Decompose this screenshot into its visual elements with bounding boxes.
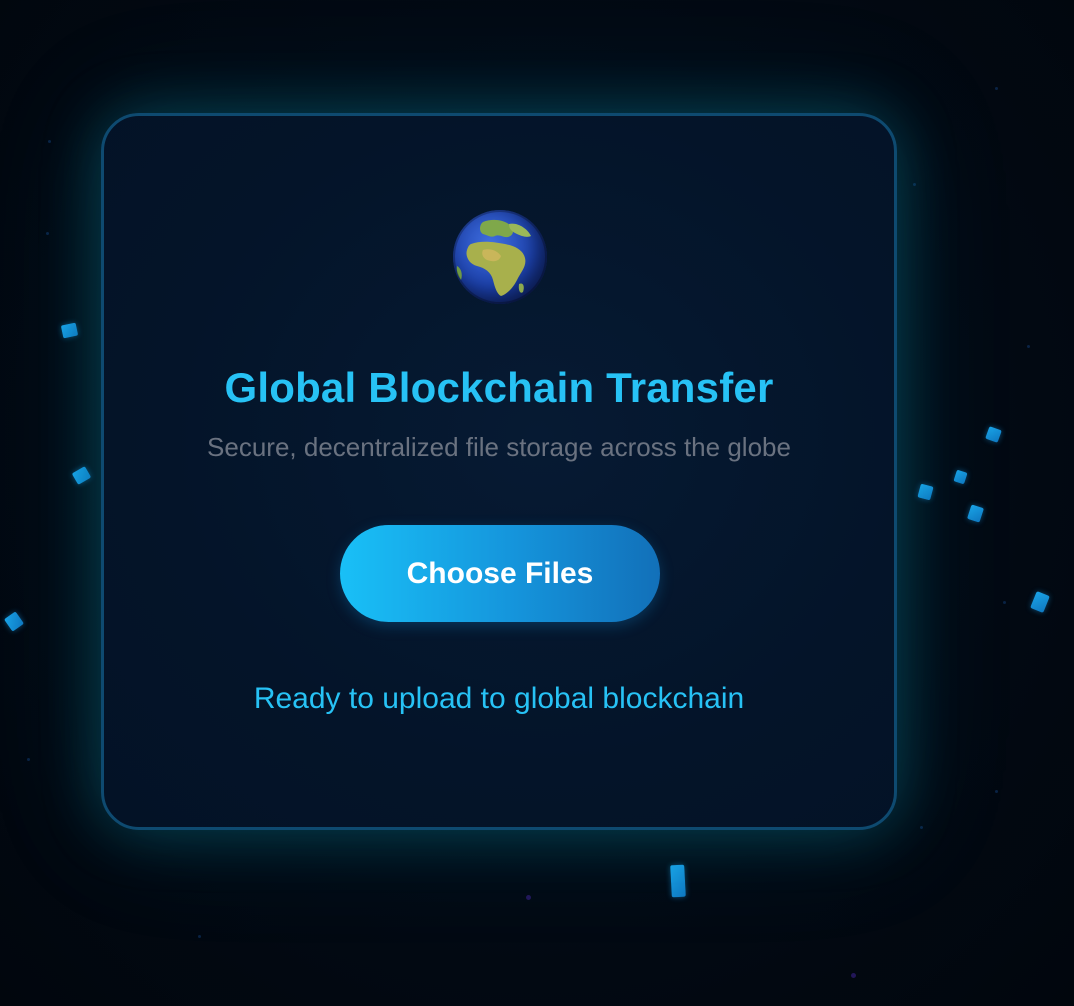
background-star [46, 232, 49, 235]
background-star [913, 183, 916, 186]
page-title: Global Blockchain Transfer [224, 364, 774, 411]
background-star [198, 935, 201, 938]
floating-block [71, 466, 92, 485]
background-star [48, 140, 51, 143]
background-star [920, 826, 923, 829]
background-star [1003, 601, 1006, 604]
globe-europe-africa-icon [453, 210, 547, 304]
background-star [526, 895, 531, 900]
choose-files-button[interactable]: Choose Files [340, 525, 660, 622]
background-star [995, 87, 998, 90]
background-star [851, 973, 856, 978]
floating-block [917, 483, 934, 501]
background-star [995, 790, 998, 793]
upload-status-text: Ready to upload to global blockchain [253, 682, 745, 715]
background-star [27, 758, 30, 761]
floating-block [953, 469, 968, 485]
floating-block [967, 504, 984, 523]
background-star [1027, 345, 1030, 348]
floating-block [985, 426, 1002, 443]
floating-block [1030, 591, 1050, 613]
floating-block [60, 322, 79, 339]
page-background: Global Blockchain Transfer Secure, decen… [0, 0, 1074, 1006]
floating-block [3, 611, 25, 632]
page-subtitle: Secure, decentralized file storage acros… [207, 432, 791, 462]
floating-block [670, 864, 686, 898]
